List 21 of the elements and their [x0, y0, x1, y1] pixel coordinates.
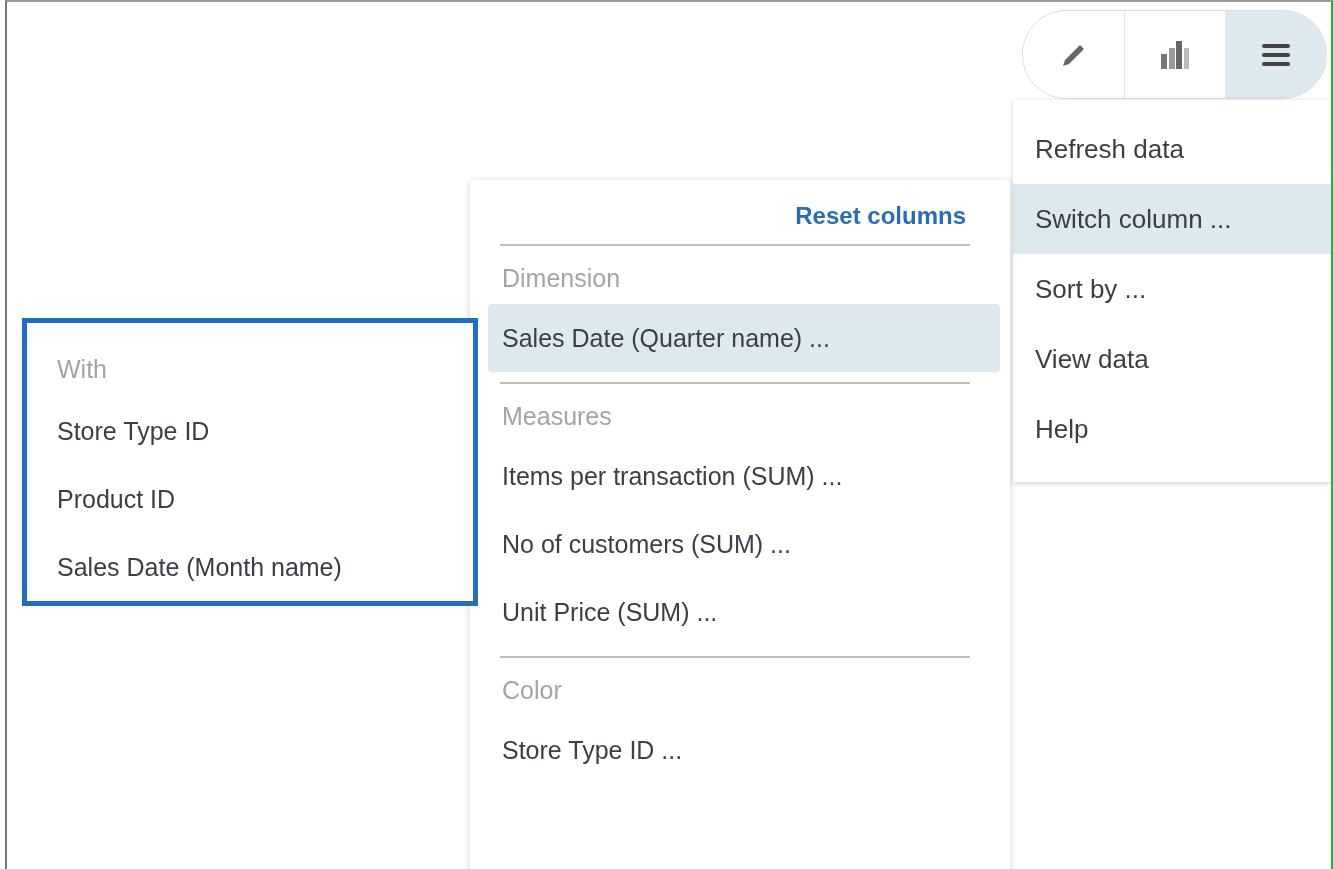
- column-item[interactable]: Store Type ID ...: [488, 716, 1000, 784]
- column-item[interactable]: Items per transaction (SUM) ...: [488, 442, 1000, 510]
- column-option[interactable]: Product ID: [57, 485, 473, 553]
- section-header: Dimension: [502, 264, 622, 294]
- bar-chart-icon: [1159, 39, 1191, 70]
- column-option[interactable]: Store Type ID: [57, 417, 473, 485]
- menu-item[interactable]: View data: [1013, 324, 1331, 394]
- column-option[interactable]: Sales Date (Month name): [57, 553, 473, 621]
- column-item[interactable]: Unit Price (SUM) ...: [488, 578, 1000, 646]
- section-header: With: [57, 355, 108, 385]
- menu-icon: [1262, 42, 1290, 67]
- menu-item[interactable]: Help: [1013, 394, 1331, 464]
- menu-item[interactable]: Switch column ...: [1013, 184, 1331, 254]
- section-header: Color: [502, 676, 563, 706]
- menu-item[interactable]: Refresh data: [1013, 114, 1331, 184]
- column-item[interactable]: Sales Date (Quarter name) ...: [488, 304, 1000, 372]
- menu-item[interactable]: Sort by ...: [1013, 254, 1331, 324]
- section-header: Measures: [502, 402, 613, 432]
- reset-columns-link[interactable]: Reset columns: [795, 202, 966, 230]
- column-item[interactable]: No of customers (SUM) ...: [488, 510, 1000, 578]
- menu-button[interactable]: [1225, 11, 1326, 98]
